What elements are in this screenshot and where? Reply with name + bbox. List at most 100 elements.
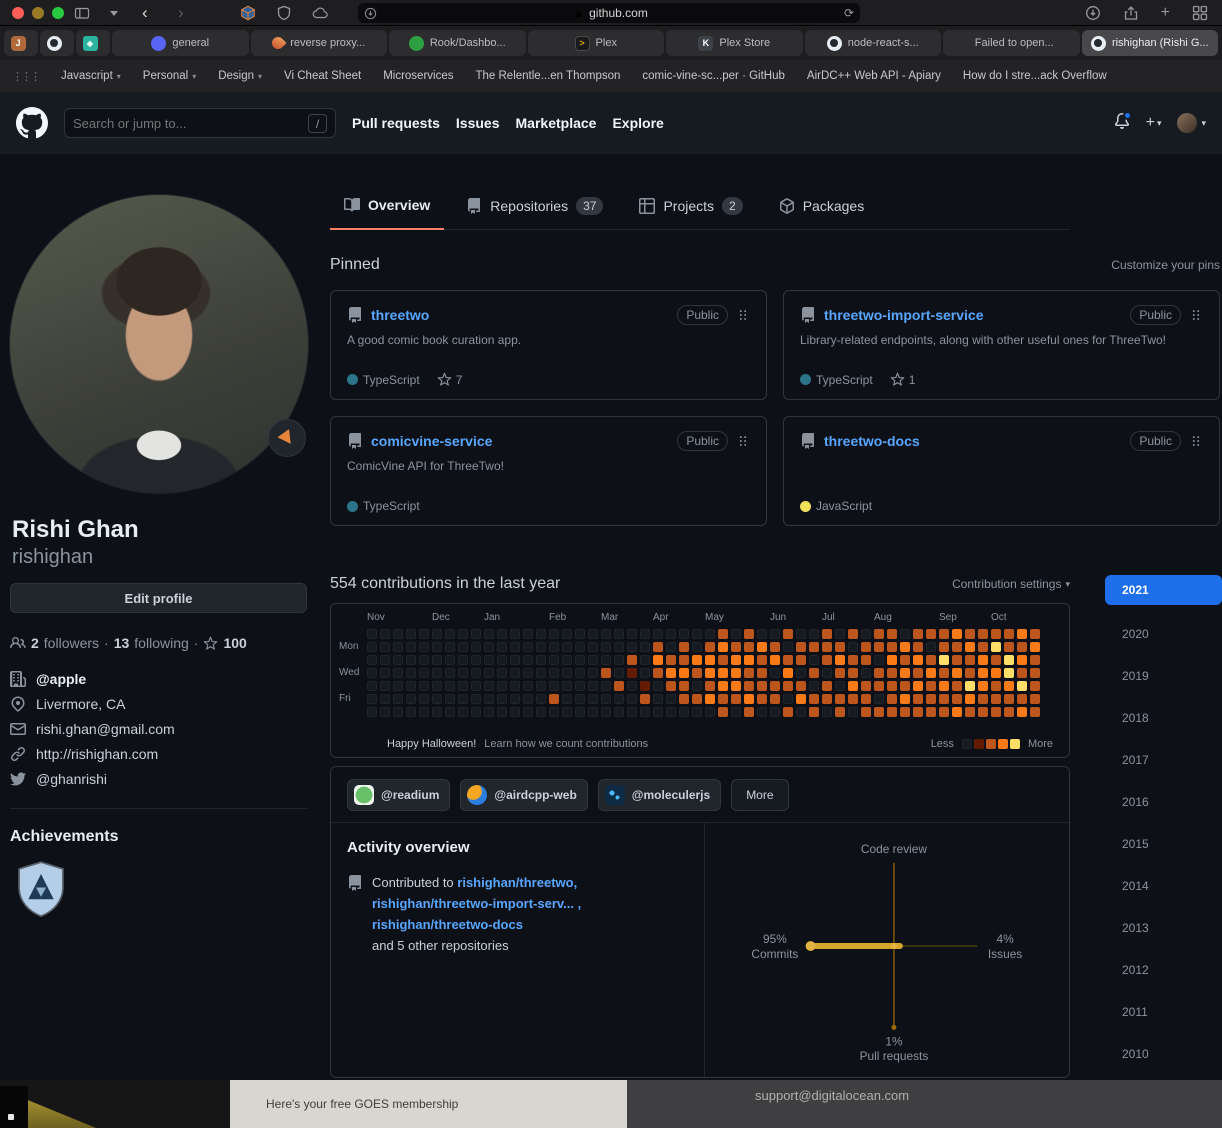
year-filter-item[interactable]: 2021 [1105,575,1222,605]
profile-nav-tab[interactable]: Packages [765,182,878,229]
share-icon[interactable] [1123,5,1139,21]
year-filter-item[interactable]: 2010 [1105,1033,1222,1075]
drag-handle-icon[interactable] [1189,434,1203,448]
drag-handle-icon[interactable] [736,434,750,448]
year-filter-item[interactable]: 2012 [1105,949,1222,991]
edit-profile-button[interactable]: Edit profile [10,583,307,613]
browser-tab[interactable]: Plex Store [666,30,803,56]
bookmark-item[interactable]: Vi Cheat Sheet [284,70,361,82]
profile-avatar[interactable] [10,195,308,493]
profile-detail-item[interactable]: Livermore, CA [10,696,175,712]
organization-chip[interactable]: @moleculerjs [598,779,721,811]
page-settings-icon[interactable] [364,7,377,20]
year-filter-item[interactable]: 2017 [1105,739,1222,781]
github-logo[interactable] [16,107,48,139]
extension-cube-icon[interactable] [240,5,256,21]
tab-overview-icon[interactable] [1192,5,1208,21]
new-tab-button[interactable]: + [1161,5,1170,21]
contribution-settings-button[interactable]: Contribution settings▾ [952,577,1070,591]
browser-tab[interactable] [40,30,74,56]
profile-detail-item[interactable]: @ghanrishi [10,771,175,787]
profile-page: Overview Repositories 37 Projects 2 [0,154,1222,1080]
profile-nav-tab[interactable]: Projects 2 [625,182,756,229]
bookmark-item[interactable]: How do I stre...ack Overflow [963,70,1107,82]
contribution-grid[interactable] [367,629,1040,717]
repo-description: Library-related endpoints, along with ot… [800,332,1203,349]
drag-handle-icon[interactable] [736,308,750,322]
header-nav-link[interactable]: Marketplace [516,115,597,131]
user-menu[interactable]: ▾ [1177,113,1206,133]
browser-tab[interactable]: Failed to open... [943,30,1080,56]
profile-detail-item[interactable]: @apple [10,671,175,687]
sidebar-toggle-icon[interactable] [74,5,90,21]
profile-detail-item[interactable]: rishi.ghan@gmail.com [10,721,175,737]
bookmark-item[interactable]: Javascript [61,70,121,82]
more-organizations-button[interactable]: More [731,779,788,811]
extension-cloud-icon[interactable] [312,5,328,21]
search-field[interactable] [73,116,293,131]
header-nav-link[interactable]: Issues [456,115,500,131]
back-button[interactable]: ‹ [142,1,148,25]
forward-button[interactable]: › [178,1,184,25]
create-new-button[interactable]: +▾ [1146,114,1162,132]
year-filter-item[interactable]: 2019 [1105,655,1222,697]
minimize-window-button[interactable] [32,7,44,19]
bookmark-item[interactable]: Personal [143,70,196,82]
contributed-repo-link[interactable]: rishighan/threetwo, [457,875,577,890]
browser-tab[interactable]: general [112,30,249,56]
address-bar[interactable]: github.com ⟳ [358,3,860,23]
repo-link[interactable]: threetwo-docs [824,433,920,449]
bookmark-item[interactable]: AirDC++ Web API - Apiary [807,70,941,82]
contributions-help-link[interactable]: Learn how we count contributions [484,738,648,750]
contributed-repo-link[interactable]: rishighan/threetwo-import-serv... , [372,896,581,911]
close-window-button[interactable] [12,7,24,19]
organization-chip[interactable]: @readium [347,779,450,811]
star-count[interactable]: 1 [890,372,916,387]
customize-pins-link[interactable]: Customize your pins [1111,258,1220,272]
year-filter-item[interactable]: 2014 [1105,865,1222,907]
organization-chip[interactable]: @airdcpp-web [460,779,587,811]
background-window-corner [0,1086,28,1128]
window-controls [12,7,64,19]
year-filter-item[interactable]: 2020 [1105,613,1222,655]
profile-detail-item[interactable]: http://rishighan.com [10,746,175,762]
search-input[interactable]: / [64,108,336,138]
bookmark-item[interactable]: Design [218,70,262,82]
browser-tab[interactable]: Plex [528,30,665,56]
repo-link[interactable]: threetwo [371,307,429,323]
year-filter-item[interactable]: 2013 [1105,907,1222,949]
profile-nav-tab[interactable]: Overview [330,182,444,230]
year-filter-item[interactable]: 2015 [1105,823,1222,865]
downloads-icon[interactable] [1085,5,1101,21]
organization-avatar [467,785,487,805]
contributed-repo-link[interactable]: rishighan/threetwo-docs [372,917,523,932]
drag-handle-icon[interactable] [1189,308,1203,322]
bookmark-item[interactable]: The Relentle...en Thompson [475,70,620,82]
bookmark-item[interactable]: Microservices [383,70,453,82]
browser-tab[interactable] [4,30,38,56]
browser-tab[interactable] [76,30,110,56]
followers-stats[interactable]: 2followers · 13following · 100 [10,635,247,651]
browser-tab[interactable]: rishighan (Rishi G... [1082,30,1219,56]
browser-tab[interactable]: Rook/Dashbo... [389,30,526,56]
browser-tab[interactable]: node-react-s... [805,30,942,56]
status-badge[interactable] [268,419,306,457]
achievement-badge[interactable] [14,860,68,920]
reload-icon[interactable]: ⟳ [844,6,854,20]
repo-link[interactable]: threetwo-import-service [824,307,983,323]
bookmark-item[interactable]: comic-vine-sc...per · GitHub [642,70,785,82]
header-nav-link[interactable]: Pull requests [352,115,440,131]
browser-tab[interactable]: reverse proxy... [251,30,388,56]
star-count[interactable]: 7 [437,372,463,387]
repo-link[interactable]: comicvine-service [371,433,492,449]
notifications-button[interactable] [1114,113,1130,134]
header-nav-link[interactable]: Explore [612,115,663,131]
zoom-window-button[interactable] [52,7,64,19]
svg-text:95%: 95% [763,932,787,946]
year-filter-item[interactable]: 2018 [1105,697,1222,739]
extension-shield-icon[interactable] [276,5,292,21]
profile-nav-tab[interactable]: Repositories 37 [452,182,617,229]
chevron-down-icon[interactable] [110,11,118,16]
year-filter-item[interactable]: 2011 [1105,991,1222,1033]
year-filter-item[interactable]: 2016 [1105,781,1222,823]
